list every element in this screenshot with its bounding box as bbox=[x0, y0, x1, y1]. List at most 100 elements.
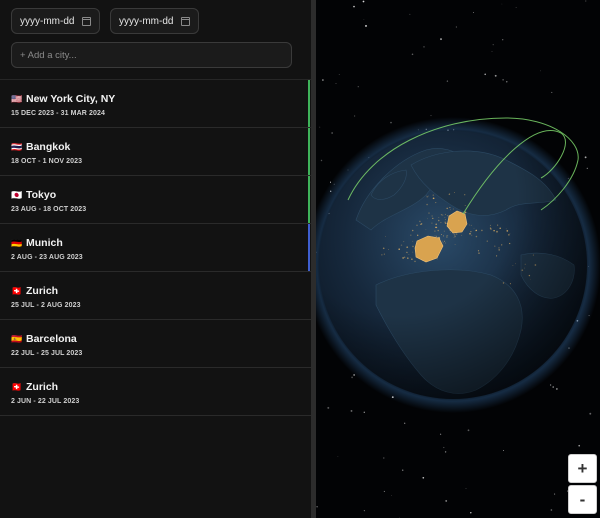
star bbox=[383, 457, 385, 459]
trip-dates: 18 OCT - 1 NOV 2023 bbox=[11, 158, 83, 165]
star bbox=[470, 512, 472, 514]
trip-city: Tokyo bbox=[26, 189, 57, 201]
star bbox=[494, 74, 497, 77]
star bbox=[550, 509, 553, 511]
trip-accent-bar bbox=[308, 80, 310, 127]
star bbox=[502, 79, 504, 81]
trip-list: 🇺🇸 New York City, NY 15 DEC 2023 - 31 MA… bbox=[0, 79, 311, 416]
star bbox=[502, 39, 504, 41]
star bbox=[585, 0, 587, 2]
end-date-placeholder: yyyy-mm-dd bbox=[119, 15, 174, 27]
us-flag-icon: 🇺🇸 bbox=[11, 94, 23, 104]
star bbox=[551, 91, 553, 93]
trip-item[interactable]: 🇩🇪 Munich 2 AUG - 23 AUG 2023 bbox=[0, 224, 311, 272]
star bbox=[439, 433, 442, 435]
star bbox=[589, 412, 592, 415]
trip-city: Bangkok bbox=[26, 141, 71, 153]
star bbox=[362, 0, 365, 3]
star bbox=[351, 376, 353, 379]
star bbox=[465, 488, 467, 489]
star bbox=[320, 159, 323, 162]
star bbox=[353, 5, 355, 8]
star bbox=[584, 156, 587, 159]
star bbox=[316, 506, 318, 508]
trip-accent-bar bbox=[308, 176, 310, 223]
trip-city: Zurich bbox=[26, 381, 59, 393]
add-city-input[interactable]: + Add a city... bbox=[11, 42, 292, 68]
trip-dates: 2 AUG - 23 AUG 2023 bbox=[11, 254, 83, 261]
trip-dates: 23 AUG - 18 OCT 2023 bbox=[11, 206, 87, 213]
star bbox=[467, 429, 470, 432]
star bbox=[363, 509, 366, 512]
start-date-placeholder: yyyy-mm-dd bbox=[20, 15, 75, 27]
star bbox=[365, 24, 367, 27]
star bbox=[501, 3, 503, 5]
star bbox=[423, 46, 425, 48]
globe-map[interactable] bbox=[316, 0, 600, 518]
star bbox=[390, 121, 392, 124]
trip-item[interactable]: 🇨🇭 Zurich 2 JUN - 22 JUL 2023 bbox=[0, 368, 311, 416]
start-date-input[interactable]: yyyy-mm-dd bbox=[11, 8, 100, 34]
spain-flag-icon: 🇪🇸 bbox=[11, 334, 23, 344]
star bbox=[540, 70, 541, 72]
add-city-placeholder: + Add a city... bbox=[20, 49, 77, 61]
zoom-out-button[interactable]: - bbox=[568, 485, 597, 514]
trip-accent-bar bbox=[308, 128, 310, 175]
star bbox=[443, 446, 445, 449]
star bbox=[357, 86, 359, 88]
star bbox=[503, 449, 504, 451]
star bbox=[409, 13, 411, 15]
globe-canvas[interactable] bbox=[316, 0, 600, 518]
trip-item[interactable]: 🇹🇭 Bangkok 18 OCT - 1 NOV 2023 bbox=[0, 128, 311, 176]
switzerland-flag-icon: 🇨🇭 bbox=[11, 286, 23, 296]
star bbox=[350, 409, 353, 412]
trip-accent-bar bbox=[308, 224, 310, 271]
trip-item[interactable]: 🇨🇭 Zurich 25 JUL - 2 AUG 2023 bbox=[0, 272, 311, 320]
star bbox=[552, 386, 554, 388]
calendar-icon[interactable] bbox=[82, 16, 91, 26]
trip-city: Munich bbox=[26, 237, 63, 249]
star bbox=[319, 126, 321, 128]
star bbox=[331, 132, 333, 134]
star bbox=[515, 7, 517, 8]
trip-dates: 22 JUL - 25 JUL 2023 bbox=[11, 350, 83, 357]
trip-dates: 25 JUL - 2 AUG 2023 bbox=[11, 302, 81, 309]
star bbox=[322, 79, 324, 81]
star bbox=[586, 167, 588, 169]
star bbox=[484, 73, 486, 76]
trip-city: Barcelona bbox=[26, 333, 77, 345]
star bbox=[401, 469, 404, 471]
trip-item[interactable]: 🇯🇵 Tokyo 23 AUG - 18 OCT 2023 bbox=[0, 176, 311, 224]
star bbox=[446, 80, 449, 82]
date-range-filter: yyyy-mm-dd yyyy-mm-dd bbox=[11, 8, 199, 34]
star bbox=[445, 499, 448, 502]
star bbox=[440, 38, 442, 41]
trip-sidebar: yyyy-mm-dd yyyy-mm-dd + Add a city... 🇺🇸… bbox=[0, 0, 316, 518]
end-date-input[interactable]: yyyy-mm-dd bbox=[110, 8, 199, 34]
trip-item[interactable]: 🇺🇸 New York City, NY 15 DEC 2023 - 31 MA… bbox=[0, 80, 311, 128]
calendar-icon[interactable] bbox=[181, 16, 190, 26]
thailand-flag-icon: 🇹🇭 bbox=[11, 142, 23, 152]
star bbox=[422, 476, 425, 479]
globe-shading bbox=[319, 131, 587, 399]
star bbox=[338, 74, 340, 75]
star bbox=[411, 53, 414, 56]
star bbox=[455, 26, 457, 28]
star bbox=[556, 388, 558, 390]
star bbox=[549, 384, 552, 386]
star bbox=[554, 493, 556, 495]
germany-flag-icon: 🇩🇪 bbox=[11, 238, 23, 248]
trip-dates: 2 JUN - 22 JUL 2023 bbox=[11, 398, 80, 405]
star bbox=[404, 422, 406, 424]
star bbox=[492, 44, 494, 46]
star bbox=[444, 451, 447, 453]
star bbox=[383, 490, 385, 492]
trip-city: Zurich bbox=[26, 285, 59, 297]
star bbox=[491, 51, 493, 52]
zoom-in-button[interactable]: + bbox=[568, 454, 597, 483]
star bbox=[472, 11, 475, 14]
trip-item[interactable]: 🇪🇸 Barcelona 22 JUL - 25 JUL 2023 bbox=[0, 320, 311, 368]
star bbox=[337, 456, 339, 457]
star bbox=[353, 115, 356, 117]
star bbox=[363, 411, 365, 413]
